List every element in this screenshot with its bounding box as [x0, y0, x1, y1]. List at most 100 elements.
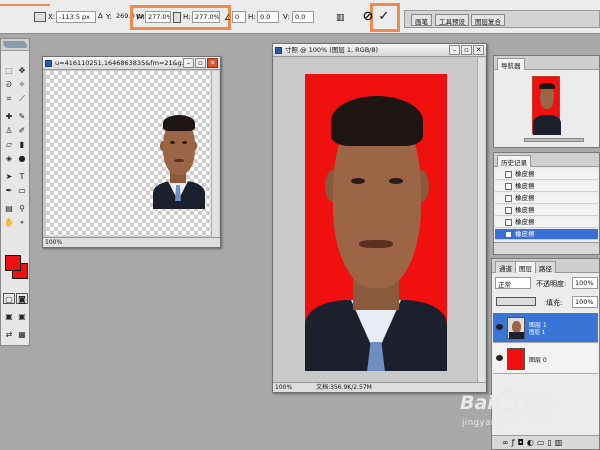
history-item[interactable]: 橡皮擦: [495, 181, 598, 192]
minimize-button[interactable]: –: [183, 58, 194, 68]
history-brush-tool-icon[interactable]: ✐: [16, 125, 28, 136]
well-tab-tool-presets[interactable]: 工具预设: [435, 14, 469, 26]
clone-stamp-tool-icon[interactable]: ♙: [3, 125, 15, 136]
main-canvas[interactable]: [305, 74, 447, 371]
delete-layer-icon[interactable]: ▥: [555, 438, 566, 447]
cancel-transform-button[interactable]: ⊘: [361, 9, 375, 25]
hand-tool-icon[interactable]: ✋: [3, 217, 15, 228]
x-field[interactable]: -113.5 px: [56, 11, 96, 23]
height-field[interactable]: 277.0%: [192, 11, 220, 23]
standard-mode-icon[interactable]: ▢: [3, 293, 15, 304]
tab-layers[interactable]: 图层: [515, 261, 536, 273]
dodge-tool-icon[interactable]: ●: [16, 153, 28, 164]
new-group-icon[interactable]: ▭: [537, 438, 548, 447]
crop-tool-icon[interactable]: ⌗: [3, 93, 15, 104]
magic-wand-tool-icon[interactable]: ✧: [16, 79, 28, 90]
tab-navigator[interactable]: 导航器: [497, 58, 525, 70]
close-button[interactable]: ✕: [207, 58, 218, 68]
blur-tool-icon[interactable]: ◈: [3, 153, 15, 164]
link-aspect-icon[interactable]: [173, 12, 181, 23]
healing-brush-tool-icon[interactable]: ✚: [3, 111, 15, 122]
opacity-field[interactable]: 100%: [572, 277, 598, 289]
y-label: Y:: [106, 13, 112, 21]
jump-to-imageready-icon[interactable]: ⇄: [3, 329, 15, 340]
jump-to-imageready-icon-2[interactable]: ▦: [16, 329, 28, 340]
history-item[interactable]: 橡皮擦: [495, 205, 598, 216]
height-label: H:: [183, 13, 191, 21]
fill-label: 填充:: [546, 299, 563, 307]
layers-panel-tabs: 通道 图层 路径: [492, 259, 599, 273]
width-field[interactable]: 277.0%: [145, 11, 171, 23]
reference-point-icon[interactable]: [34, 12, 46, 22]
tab-history[interactable]: 历史记录: [497, 155, 531, 167]
skew-h-field[interactable]: 0.0: [257, 11, 279, 23]
navigator-thumbnail[interactable]: [532, 76, 561, 135]
main-vertical-scrollbar[interactable]: [477, 58, 485, 383]
notes-tool-icon[interactable]: ▤: [3, 203, 15, 214]
marquee-tool-icon[interactable]: ⬚: [3, 65, 15, 76]
fill-field[interactable]: 100%: [572, 296, 598, 308]
eyedropper-tool-icon[interactable]: ⚲: [16, 203, 28, 214]
slice-tool-icon[interactable]: ⟋: [16, 93, 28, 104]
pen-tool-icon[interactable]: ✒: [3, 185, 15, 196]
source-canvas[interactable]: [46, 71, 211, 236]
well-tab-brushes[interactable]: 画笔: [411, 14, 432, 26]
new-layer-icon[interactable]: ▯: [547, 438, 554, 447]
y-field[interactable]: 269.0 px: [114, 11, 145, 23]
layer-mask-icon[interactable]: ◘: [518, 438, 527, 447]
eraser-step-icon: [505, 231, 512, 238]
commit-transform-button[interactable]: ✓: [377, 9, 391, 25]
move-tool-icon[interactable]: ✥: [16, 65, 28, 76]
lasso-tool-icon[interactable]: ᘐ: [3, 79, 15, 90]
history-item[interactable]: 橡皮擦: [495, 193, 598, 204]
history-item[interactable]: 橡皮擦: [495, 169, 598, 180]
screen-mode-full-icon[interactable]: ▣: [16, 311, 28, 322]
visibility-eye-icon[interactable]: [496, 324, 503, 330]
type-tool-icon[interactable]: T: [16, 171, 28, 182]
well-tab-layer-comps[interactable]: 图层复合: [471, 14, 505, 26]
layer-row-0[interactable]: 图层 0: [493, 344, 598, 374]
layer-1-thumbnail: [507, 317, 525, 339]
shape-tool-icon[interactable]: ▭: [16, 185, 28, 196]
source-vertical-scrollbar[interactable]: [211, 71, 219, 237]
path-selection-tool-icon[interactable]: ➤: [3, 171, 15, 182]
main-document-window[interactable]: 寸照 @ 100% (图层 1, RGB/8) – ▫ ✕ 100% 文档:356.…: [272, 43, 487, 393]
history-item[interactable]: 橡皮擦: [495, 217, 598, 228]
toolbox-grip[interactable]: [1, 39, 29, 51]
zoom-tool-icon[interactable]: ⚬: [16, 217, 28, 228]
brush-tool-icon[interactable]: ✎: [16, 111, 28, 122]
eraser-step-icon: [505, 171, 512, 178]
lock-controls[interactable]: [496, 297, 536, 306]
width-label: W:: [136, 13, 145, 21]
skew-v-field[interactable]: 0.0: [292, 11, 314, 23]
maximize-button[interactable]: ▫: [195, 58, 206, 68]
maximize-button[interactable]: ▫: [461, 45, 472, 55]
screen-mode-standard-icon[interactable]: ▣: [3, 311, 15, 322]
source-zoom-level[interactable]: 100%: [45, 239, 62, 246]
minimize-button[interactable]: –: [449, 45, 460, 55]
history-item-selected[interactable]: 橡皮擦: [495, 229, 598, 240]
adjustment-layer-icon[interactable]: ◐: [527, 438, 537, 447]
layers-panel-footer: ∞ƒ◘◐▭▯▥: [492, 435, 599, 449]
relative-position-icon[interactable]: ∆: [98, 12, 106, 22]
watermark-url: jingyan.baidu.com: [462, 418, 549, 428]
gradient-tool-icon[interactable]: ▮: [16, 139, 28, 150]
foreground-color-swatch[interactable]: [5, 255, 21, 271]
rotate-field[interactable]: 0: [232, 11, 246, 23]
close-button[interactable]: ✕: [473, 45, 484, 55]
main-zoom-level[interactable]: 100%: [275, 384, 292, 391]
blend-mode-select[interactable]: 正常: [495, 277, 531, 289]
tab-channels[interactable]: 通道: [495, 261, 516, 273]
visibility-eye-icon[interactable]: [496, 355, 503, 361]
link-layers-icon[interactable]: ∞: [502, 438, 512, 447]
main-doc-info: 文档:356.9K/2.57M: [316, 384, 372, 391]
layer-row-1[interactable]: 图层 1 图层 1: [493, 313, 598, 343]
quick-mask-mode-icon[interactable]: ◙: [16, 293, 28, 304]
tab-paths[interactable]: 路径: [535, 261, 556, 273]
source-portrait: [149, 111, 207, 209]
navigator-zoom-slider[interactable]: [524, 138, 584, 142]
history-panel-tabs: 历史记录: [494, 153, 599, 167]
history-panel-footer: [494, 242, 599, 254]
eraser-tool-icon[interactable]: ▱: [3, 139, 15, 150]
source-document-window[interactable]: u=416110251,1646863835&fm=21&g... – ▫ ✕ 10…: [42, 56, 221, 248]
